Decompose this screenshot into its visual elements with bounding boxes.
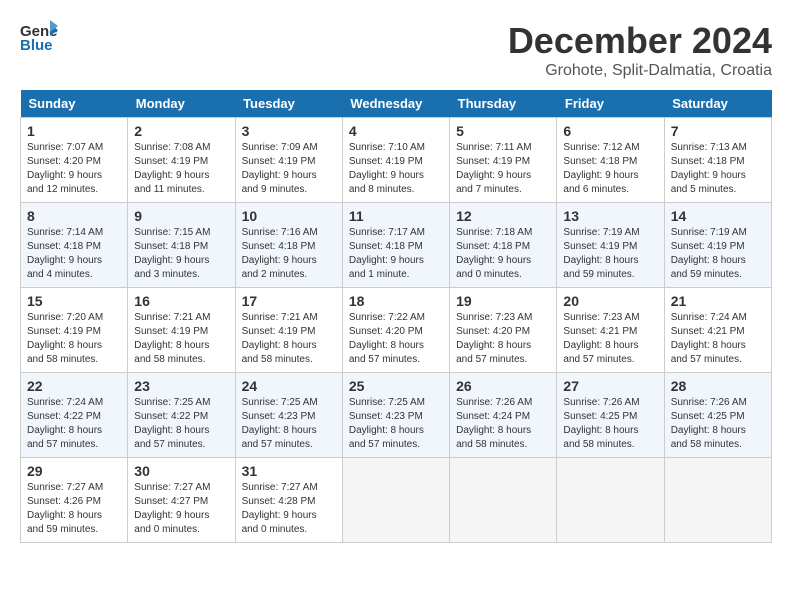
calendar-cell: 24Sunrise: 7:25 AMSunset: 4:23 PMDayligh… [235, 373, 342, 458]
col-wednesday: Wednesday [342, 90, 449, 118]
day-number: 9 [134, 208, 228, 224]
calendar-cell: 18Sunrise: 7:22 AMSunset: 4:20 PMDayligh… [342, 288, 449, 373]
day-number: 5 [456, 123, 550, 139]
day-number: 3 [242, 123, 336, 139]
calendar-cell: 30Sunrise: 7:27 AMSunset: 4:27 PMDayligh… [128, 458, 235, 543]
day-number: 24 [242, 378, 336, 394]
calendar-cell: 19Sunrise: 7:23 AMSunset: 4:20 PMDayligh… [450, 288, 557, 373]
calendar-cell: 14Sunrise: 7:19 AMSunset: 4:19 PMDayligh… [664, 203, 771, 288]
day-number: 4 [349, 123, 443, 139]
calendar-cell: 15Sunrise: 7:20 AMSunset: 4:19 PMDayligh… [21, 288, 128, 373]
calendar-cell: 1Sunrise: 7:07 AMSunset: 4:20 PMDaylight… [21, 118, 128, 203]
calendar-cell [450, 458, 557, 543]
day-number: 1 [27, 123, 121, 139]
calendar-cell: 12Sunrise: 7:18 AMSunset: 4:18 PMDayligh… [450, 203, 557, 288]
col-monday: Monday [128, 90, 235, 118]
calendar-cell: 2Sunrise: 7:08 AMSunset: 4:19 PMDaylight… [128, 118, 235, 203]
calendar-table: Sunday Monday Tuesday Wednesday Thursday… [20, 90, 772, 543]
day-number: 17 [242, 293, 336, 309]
calendar-cell: 31Sunrise: 7:27 AMSunset: 4:28 PMDayligh… [235, 458, 342, 543]
calendar-cell: 9Sunrise: 7:15 AMSunset: 4:18 PMDaylight… [128, 203, 235, 288]
day-number: 27 [563, 378, 657, 394]
calendar-cell: 6Sunrise: 7:12 AMSunset: 4:18 PMDaylight… [557, 118, 664, 203]
calendar-cell: 13Sunrise: 7:19 AMSunset: 4:19 PMDayligh… [557, 203, 664, 288]
day-number: 10 [242, 208, 336, 224]
calendar-cell: 21Sunrise: 7:24 AMSunset: 4:21 PMDayligh… [664, 288, 771, 373]
calendar-row: 22Sunrise: 7:24 AMSunset: 4:22 PMDayligh… [21, 373, 772, 458]
day-number: 19 [456, 293, 550, 309]
calendar-cell: 5Sunrise: 7:11 AMSunset: 4:19 PMDaylight… [450, 118, 557, 203]
page-header: General Blue December 2024 Grohote, Spli… [20, 20, 772, 80]
calendar-row: 1Sunrise: 7:07 AMSunset: 4:20 PMDaylight… [21, 118, 772, 203]
calendar-cell: 4Sunrise: 7:10 AMSunset: 4:19 PMDaylight… [342, 118, 449, 203]
day-number: 12 [456, 208, 550, 224]
col-friday: Friday [557, 90, 664, 118]
col-tuesday: Tuesday [235, 90, 342, 118]
calendar-row: 8Sunrise: 7:14 AMSunset: 4:18 PMDaylight… [21, 203, 772, 288]
day-number: 28 [671, 378, 765, 394]
day-number: 7 [671, 123, 765, 139]
day-number: 6 [563, 123, 657, 139]
day-number: 13 [563, 208, 657, 224]
location: Grohote, Split-Dalmatia, Croatia [508, 62, 772, 80]
day-number: 18 [349, 293, 443, 309]
col-thursday: Thursday [450, 90, 557, 118]
day-number: 20 [563, 293, 657, 309]
calendar-cell: 17Sunrise: 7:21 AMSunset: 4:19 PMDayligh… [235, 288, 342, 373]
month-title: December 2024 [508, 20, 772, 62]
calendar-cell: 3Sunrise: 7:09 AMSunset: 4:19 PMDaylight… [235, 118, 342, 203]
logo: General Blue [20, 20, 62, 57]
day-number: 22 [27, 378, 121, 394]
day-number: 25 [349, 378, 443, 394]
day-number: 2 [134, 123, 228, 139]
calendar-row: 15Sunrise: 7:20 AMSunset: 4:19 PMDayligh… [21, 288, 772, 373]
calendar-cell: 22Sunrise: 7:24 AMSunset: 4:22 PMDayligh… [21, 373, 128, 458]
calendar-cell: 16Sunrise: 7:21 AMSunset: 4:19 PMDayligh… [128, 288, 235, 373]
day-number: 15 [27, 293, 121, 309]
day-number: 21 [671, 293, 765, 309]
header-row: Sunday Monday Tuesday Wednesday Thursday… [21, 90, 772, 118]
calendar-cell [664, 458, 771, 543]
col-sunday: Sunday [21, 90, 128, 118]
svg-text:Blue: Blue [20, 37, 53, 52]
calendar-cell: 20Sunrise: 7:23 AMSunset: 4:21 PMDayligh… [557, 288, 664, 373]
calendar-cell: 23Sunrise: 7:25 AMSunset: 4:22 PMDayligh… [128, 373, 235, 458]
day-number: 30 [134, 463, 228, 479]
day-number: 29 [27, 463, 121, 479]
day-number: 16 [134, 293, 228, 309]
day-number: 23 [134, 378, 228, 394]
calendar-cell: 29Sunrise: 7:27 AMSunset: 4:26 PMDayligh… [21, 458, 128, 543]
calendar-row: 29Sunrise: 7:27 AMSunset: 4:26 PMDayligh… [21, 458, 772, 543]
calendar-cell: 7Sunrise: 7:13 AMSunset: 4:18 PMDaylight… [664, 118, 771, 203]
calendar-cell: 25Sunrise: 7:25 AMSunset: 4:23 PMDayligh… [342, 373, 449, 458]
day-number: 31 [242, 463, 336, 479]
title-section: December 2024 Grohote, Split-Dalmatia, C… [508, 20, 772, 80]
day-number: 8 [27, 208, 121, 224]
calendar-cell: 8Sunrise: 7:14 AMSunset: 4:18 PMDaylight… [21, 203, 128, 288]
day-number: 14 [671, 208, 765, 224]
calendar-cell: 11Sunrise: 7:17 AMSunset: 4:18 PMDayligh… [342, 203, 449, 288]
calendar-cell: 26Sunrise: 7:26 AMSunset: 4:24 PMDayligh… [450, 373, 557, 458]
calendar-cell: 10Sunrise: 7:16 AMSunset: 4:18 PMDayligh… [235, 203, 342, 288]
calendar-cell: 28Sunrise: 7:26 AMSunset: 4:25 PMDayligh… [664, 373, 771, 458]
calendar-cell [557, 458, 664, 543]
day-number: 26 [456, 378, 550, 394]
calendar-cell: 27Sunrise: 7:26 AMSunset: 4:25 PMDayligh… [557, 373, 664, 458]
day-number: 11 [349, 208, 443, 224]
calendar-cell [342, 458, 449, 543]
col-saturday: Saturday [664, 90, 771, 118]
